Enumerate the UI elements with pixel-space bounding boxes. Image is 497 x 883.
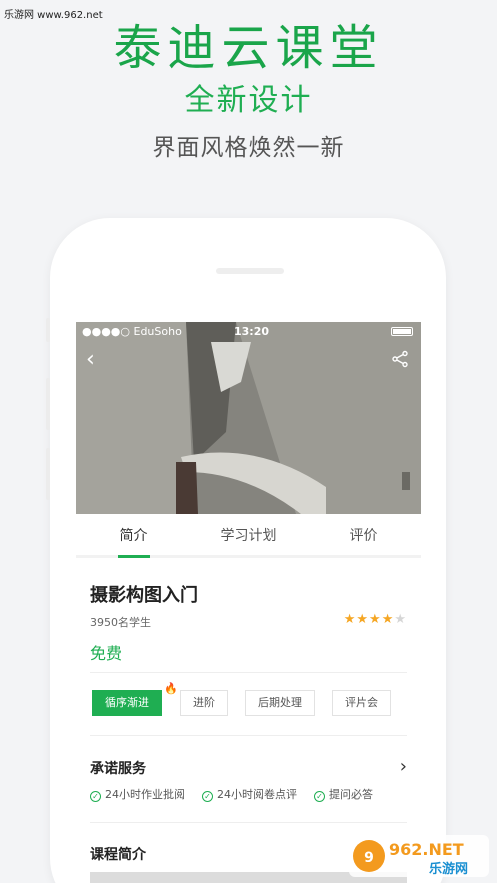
share-icon[interactable]	[391, 350, 409, 368]
status-bar: ●●●●○ EduSoho 13:20	[76, 322, 421, 340]
architecture-photo	[76, 322, 421, 514]
course-tabs: 简介 学习计划 评价	[76, 514, 421, 558]
divider	[90, 735, 407, 736]
site-logo-watermark: 9 962.NET 乐游网	[349, 833, 491, 879]
star-icon: ★	[356, 612, 370, 627]
student-count: 3950名学生	[90, 616, 151, 629]
star-empty-icon: ★	[394, 612, 407, 627]
star-icon: ★	[381, 612, 395, 627]
course-cover-image: ●●●●○ EduSoho 13:20 ‹	[76, 322, 421, 514]
svg-text:9: 9	[364, 850, 374, 866]
hero-title: 泰迪云课堂	[113, 20, 384, 76]
service-title: 承诺服务	[90, 761, 146, 777]
chip-advanced[interactable]: 进阶	[180, 690, 228, 716]
phone-volume-down	[46, 448, 50, 500]
phone-volume-up	[46, 378, 50, 430]
svg-text:乐游网: 乐游网	[429, 861, 468, 877]
tab-intro[interactable]: 简介	[76, 514, 191, 558]
promise-item: ✓ 24小时阅卷点评	[202, 786, 297, 802]
clock: 13:20	[234, 325, 270, 338]
back-button[interactable]: ‹	[86, 348, 106, 372]
check-circle-icon: ✓	[90, 791, 101, 802]
tab-reviews[interactable]: 评价	[306, 514, 421, 555]
rating-stars: ★★★★★	[344, 612, 407, 627]
course-price: 免费	[90, 644, 123, 663]
star-icon: ★	[369, 612, 382, 627]
promise-item: ✓ 24小时作业批阅	[90, 786, 185, 802]
fire-icon: 🔥	[164, 682, 178, 695]
chip-photo-review[interactable]: 评片会	[332, 690, 391, 716]
hero-subtitle: 全新设计	[184, 83, 313, 118]
svg-text:962.NET: 962.NET	[389, 840, 464, 859]
promise-item: ✓ 提问必答	[314, 786, 373, 802]
carrier-label: ●●●●○ EduSoho	[82, 325, 182, 338]
star-icon: ★	[343, 612, 357, 627]
phone-mute-switch	[46, 318, 50, 342]
chevron-right-icon[interactable]: ›	[400, 756, 407, 777]
hero-tagline: 界面风格焕然一新	[152, 135, 345, 161]
app-screen: ●●●●○ EduSoho 13:20 ‹ 简介 学习计划 评价 摄影构图入门 …	[76, 322, 421, 883]
tab-study-plan[interactable]: 学习计划	[191, 514, 306, 555]
divider	[90, 672, 407, 673]
check-circle-icon: ✓	[314, 791, 325, 802]
chip-progressive[interactable]: 循序渐进	[92, 690, 162, 716]
intro-title: 课程简介	[90, 847, 146, 863]
check-circle-icon: ✓	[202, 791, 213, 802]
phone-speaker	[216, 268, 284, 274]
course-title: 摄影构图入门	[90, 585, 198, 606]
divider	[90, 822, 407, 823]
battery-icon	[391, 327, 413, 336]
chip-post-processing[interactable]: 后期处理	[245, 690, 315, 716]
